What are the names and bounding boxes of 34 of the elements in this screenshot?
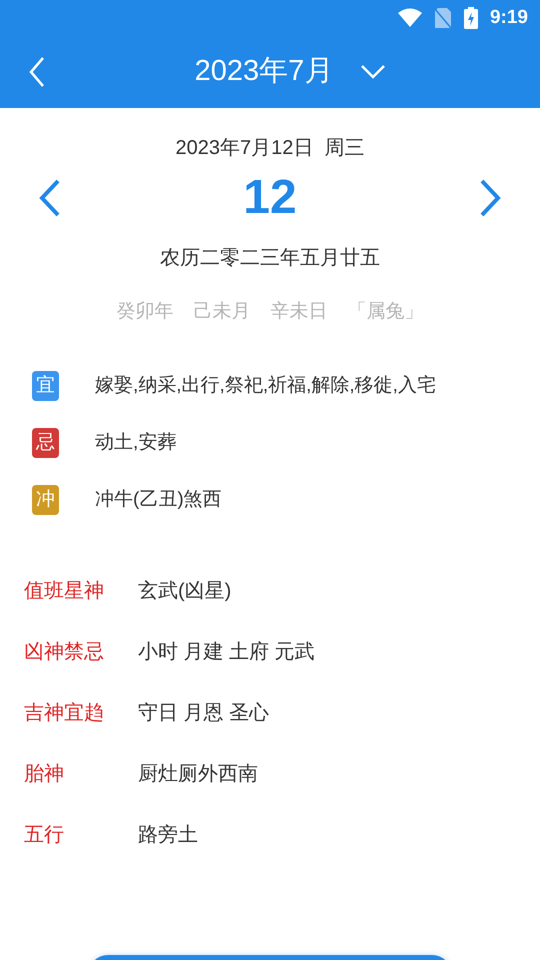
detail-label: 胎神	[24, 762, 65, 787]
detail-label: 吉神宜趋	[24, 701, 105, 726]
almanac-tag: 宜	[32, 371, 59, 401]
ganzhi-text: 辛未日	[270, 300, 328, 324]
wifi-icon	[398, 8, 422, 28]
lunar-date: 农历二零二三年五月廿五	[160, 246, 380, 271]
detail-value: 路旁土	[138, 823, 198, 848]
previous-day-button[interactable]	[38, 178, 62, 218]
day-number: 12	[243, 170, 297, 226]
detail-value: 厨灶厕外西南	[138, 762, 258, 787]
detail-label: 凶神禁忌	[24, 640, 105, 665]
almanac-tag: 忌	[32, 428, 59, 458]
ganzhi-text: 「属兔」	[348, 300, 424, 324]
almanac-text: 嫁娶,纳采,出行,祭祀,祈福,解除,移徙,入宅	[95, 374, 437, 398]
detail-value: 守日 月恩 圣心	[138, 701, 270, 726]
chevron-down-icon	[361, 65, 386, 79]
status-time: 9:19	[490, 6, 528, 30]
chevron-left-icon	[38, 178, 62, 218]
chevron-right-icon	[478, 178, 502, 218]
ganzhi-text: 己未月	[194, 300, 250, 324]
detail-value: 小时 月建 土府 元武	[138, 640, 315, 665]
no-sim-icon	[434, 7, 452, 29]
almanac-tag: 冲	[32, 485, 59, 515]
ganzhi-text: 癸卯年	[116, 300, 174, 324]
almanac-text: 动土,安葬	[95, 431, 178, 455]
battery-charging-icon	[464, 7, 478, 29]
almanac-text: 冲牛(乙丑)煞西	[95, 488, 223, 512]
selected-date: 2023年7月12日 周三	[176, 136, 364, 161]
detail-value: 玄武(凶星)	[138, 579, 232, 604]
back-icon	[29, 56, 45, 88]
month-selector[interactable]: 2023年7月	[154, 50, 386, 94]
detail-label: 值班星神	[24, 579, 105, 604]
detail-label: 五行	[24, 823, 65, 848]
next-day-button[interactable]	[478, 178, 502, 218]
